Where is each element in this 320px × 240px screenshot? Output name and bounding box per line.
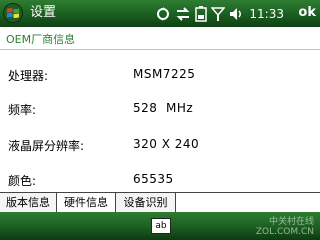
volume-icon[interactable] <box>229 6 243 22</box>
tab-device-id[interactable]: 设备识别 <box>116 193 176 212</box>
windows-start-icon[interactable] <box>3 3 23 23</box>
clock[interactable]: 11:33 <box>249 7 284 21</box>
signal-icon[interactable] <box>211 6 226 22</box>
info-row-processor: 处理器: MSM7225 <box>0 65 320 85</box>
watermark-line: 中关村在线 <box>268 217 314 227</box>
section-divider <box>0 49 320 50</box>
watermark-line: ZOL.COM.CN <box>255 227 314 237</box>
status-icons: 11:33 <box>155 5 284 23</box>
keyboard-toggle-icon[interactable]: ab <box>151 218 171 234</box>
battery-icon[interactable] <box>195 6 208 22</box>
info-row-color: 颜色: 65535 <box>0 170 320 190</box>
connectivity-icon[interactable] <box>155 6 171 22</box>
info-row-resolution: 液晶屏分辨率: 320 X 240 <box>0 135 320 155</box>
window-title: 设置 <box>30 5 57 20</box>
info-key: 液晶屏分辨率: <box>8 139 85 153</box>
title-bar: 设置 11:33 ok <box>0 0 320 27</box>
section-title: OEM厂商信息 <box>6 33 76 46</box>
sync-arrows-icon[interactable] <box>175 6 191 22</box>
tab-bar-filler <box>176 193 320 212</box>
info-value: MSM7225 <box>133 67 196 81</box>
info-value: 528 MHz <box>133 101 194 115</box>
tab-version-info[interactable]: 版本信息 <box>0 193 57 212</box>
info-key: 颜色: <box>8 174 37 188</box>
info-key: 频率: <box>8 103 37 117</box>
info-value: 320 X 240 <box>133 137 200 151</box>
info-key: 处理器: <box>8 69 49 83</box>
info-value: 65535 <box>133 172 174 186</box>
ok-button[interactable]: ok <box>298 5 316 20</box>
info-row-frequency: 频率: 528 MHz <box>0 99 320 119</box>
watermark: 中关村在线 ZOL.COM.CN <box>256 217 314 237</box>
section-header: OEM厂商信息 <box>0 27 320 50</box>
tab-hardware-info[interactable]: 硬件信息 <box>57 193 116 212</box>
tab-bar: 版本信息 硬件信息 设备识别 <box>0 192 320 213</box>
